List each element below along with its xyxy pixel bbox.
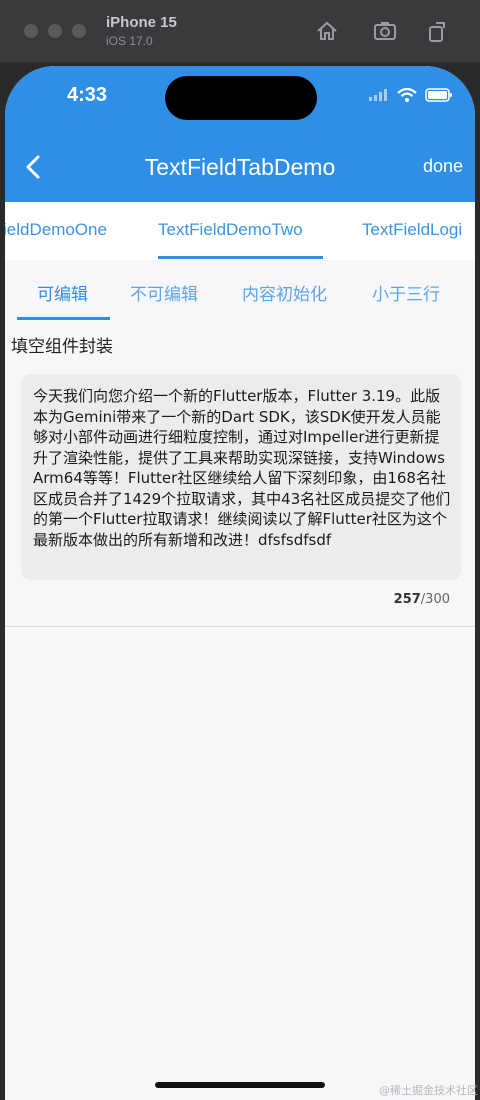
active-tab-indicator [158,256,323,259]
rotate-icon[interactable] [424,18,450,44]
subtab-content-init[interactable]: 内容初始化 [242,280,327,305]
window-close-dot[interactable] [24,24,38,38]
status-icons [369,88,453,102]
simulator-os-version: iOS 17.0 [106,34,153,48]
signal-icon [369,89,387,101]
divider [5,626,475,627]
subtab-not-editable[interactable]: 不可编辑 [130,280,198,305]
screenshot-icon[interactable] [372,18,398,44]
status-time: 4:33 [67,84,108,106]
top-tab-bar: ieldDemoOne TextFieldDemoTwo TextFieldLo… [5,202,475,260]
wifi-icon [397,88,417,102]
subtab-editable[interactable]: 可编辑 [37,280,88,305]
window-zoom-dot[interactable] [72,24,86,38]
home-icon[interactable] [314,18,340,44]
character-count: 257 [393,592,421,607]
character-max: /300 [420,592,450,607]
active-subtab-indicator [17,317,110,320]
tab-textfield-login[interactable]: TextFieldLogi [362,220,462,240]
subtab-less-than-three-lines[interactable]: 小于三行 [372,280,440,305]
section-title: 填空组件封装 [11,337,113,357]
character-counter: 257/300 [394,592,450,607]
text-field-value[interactable]: 今天我们向您介绍一个新的Flutter版本，Flutter 3.19。此版本为G… [33,386,451,550]
window-minimize-dot[interactable] [48,24,62,38]
home-indicator[interactable] [155,1082,325,1088]
simulator-device-name: iPhone 15 [106,14,177,31]
done-button[interactable]: done [423,156,463,177]
page-title: TextFieldTabDemo [144,154,336,180]
sub-tab-bar: 可编辑 不可编辑 内容初始化 小于三行 [5,260,475,320]
phone-screen: 4:33 TextFieldTabDemo done ieldDemoOne T… [5,66,475,1100]
app-bar: 4:33 TextFieldTabDemo done [5,66,475,202]
simulator-toolbar: iPhone 15 iOS 17.0 [0,0,480,62]
battery-icon [425,88,452,102]
text-field[interactable]: 今天我们向您介绍一个新的Flutter版本，Flutter 3.19。此版本为G… [21,374,461,580]
tab-textfield-demo-two[interactable]: TextFieldDemoTwo [158,220,303,240]
tab-textfield-demo-one[interactable]: ieldDemoOne [5,220,107,240]
dynamic-island [165,76,317,120]
watermark: @稀土掘金技术社区 [379,1084,478,1097]
